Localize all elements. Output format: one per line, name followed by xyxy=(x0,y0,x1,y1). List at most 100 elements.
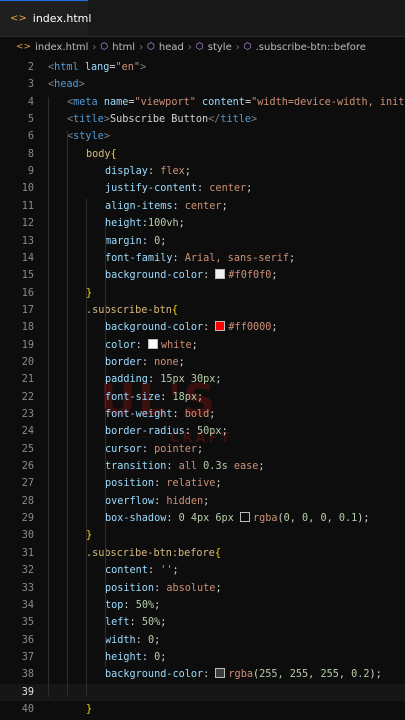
code-token: : xyxy=(160,391,173,403)
code-line[interactable]: 8 body{ xyxy=(0,146,405,163)
code-line[interactable]: 17 .subscribe-btn{ xyxy=(0,302,405,319)
code-line[interactable]: 6 <style> xyxy=(0,128,405,145)
color-swatch-icon[interactable] xyxy=(147,338,158,349)
code-token: : xyxy=(141,651,155,663)
color-swatch-icon[interactable] xyxy=(215,321,226,332)
code-token: ; xyxy=(258,461,265,473)
line-number: 34 xyxy=(21,599,34,611)
color-swatch-icon[interactable] xyxy=(215,269,226,280)
code-token: : xyxy=(147,374,161,386)
code-line[interactable]: 22 font-size: 18px; xyxy=(0,389,405,406)
code-token: pointer xyxy=(154,443,198,455)
code-line[interactable]: 15 background-color: #f0f0f0; xyxy=(0,267,405,284)
breadcrumb-item-head[interactable]: head xyxy=(159,42,184,53)
code-editor[interactable]: UL'S CRAFT 2 <html lang="en"> 3 <head> 4 <met… xyxy=(0,57,405,720)
code-text: .subscribe-btn:before{ xyxy=(86,545,221,562)
code-token: ; xyxy=(178,218,185,230)
code-line[interactable]: 30} xyxy=(0,527,405,544)
code-token: font-weight xyxy=(105,409,173,420)
code-token: </ xyxy=(208,114,221,126)
code-line[interactable]: 27 position: relative; xyxy=(0,475,405,492)
code-token: > xyxy=(103,131,110,143)
code-line[interactable]: 2 <html lang="en"> xyxy=(0,59,405,76)
code-text: top: 50%; xyxy=(105,597,160,614)
code-line[interactable]: 26 transition: all 0.3s ease; xyxy=(0,458,405,475)
code-line[interactable]: 28 overflow: hidden; xyxy=(0,493,405,510)
element-icon: ⬡ xyxy=(147,42,155,52)
code-token: relative xyxy=(166,478,216,490)
code-token: none xyxy=(154,356,179,368)
color-swatch-icon[interactable] xyxy=(215,668,226,679)
code-token: display xyxy=(105,166,148,178)
code-line[interactable]: 3 <head> xyxy=(0,76,405,93)
code-token: content xyxy=(105,565,148,577)
code-token: > xyxy=(251,114,258,126)
code-token: Subscribe Button xyxy=(109,114,209,126)
code-line[interactable]: 34 top: 50%; xyxy=(0,597,405,614)
code-token: ; xyxy=(154,634,161,646)
code-line[interactable]: 14 font-family: Arial, sans-serif; xyxy=(0,250,405,267)
code-token: title xyxy=(220,114,252,126)
code-text: background-color: #ff0000; xyxy=(105,319,278,336)
code-line[interactable]: 11 align-items: center; xyxy=(0,198,405,215)
code-token: : xyxy=(135,339,148,351)
code-token: lang xyxy=(84,62,110,73)
code-token: : xyxy=(147,166,161,178)
code-line[interactable]: 31 .subscribe-btn:before{ xyxy=(0,545,405,562)
breadcrumb-item-html[interactable]: html xyxy=(112,42,135,53)
code-line[interactable]: 10 justify-content: center; xyxy=(0,180,405,197)
code-line[interactable]: 9 display: flex; xyxy=(0,163,405,180)
code-line[interactable]: 16} xyxy=(0,285,405,302)
line-number: 28 xyxy=(21,495,34,507)
line-number: 14 xyxy=(21,252,34,264)
code-line[interactable]: 32 content: ''; xyxy=(0,562,405,579)
breadcrumb-item-selector[interactable]: .subscribe-btn::before xyxy=(256,42,366,53)
code-line[interactable]: 20 border: none; xyxy=(0,354,405,371)
line-number: 35 xyxy=(21,617,34,629)
code-token: 0.3s xyxy=(203,461,228,473)
code-line[interactable]: 23 font-weight: bold; xyxy=(0,406,405,423)
code-line[interactable]: 19 color: white; xyxy=(0,337,405,354)
code-line[interactable]: 35 left: 50%; xyxy=(0,614,405,631)
chevron-right-icon: › xyxy=(187,41,192,53)
tab-label: index.html xyxy=(32,12,92,25)
breadcrumb-item-file[interactable]: index.html xyxy=(35,42,88,53)
code-token: : xyxy=(184,426,198,438)
code-token: ; xyxy=(289,252,296,264)
breadcrumb-item-style[interactable]: style xyxy=(208,42,232,53)
code-line[interactable]: 12 height:100vh; xyxy=(0,215,405,232)
code-line[interactable]: 5 <title>Subscribe Button</title> xyxy=(0,111,405,128)
code-token: ); xyxy=(357,513,370,525)
code-token: flex xyxy=(160,166,185,178)
code-token: : xyxy=(154,582,167,594)
code-line[interactable]: 13 margin: 0; xyxy=(0,233,405,250)
code-line[interactable]: 18 background-color: #ff0000; xyxy=(0,319,405,336)
code-line[interactable]: 36 width: 0; xyxy=(0,632,405,649)
line-number: 32 xyxy=(21,565,34,577)
code-line[interactable]: 33 position: absolute; xyxy=(0,580,405,597)
code-token: > xyxy=(140,62,147,73)
element-icon: ⬡ xyxy=(100,42,109,52)
code-token: : xyxy=(123,599,136,611)
code-token: : xyxy=(141,443,155,455)
code-line[interactable]: 37 height: 0; xyxy=(0,649,405,666)
code-line[interactable]: 40} xyxy=(0,701,405,718)
code-line[interactable]: 39 xyxy=(0,683,405,701)
color-swatch-icon[interactable] xyxy=(239,512,250,523)
code-text: height:100vh; xyxy=(105,215,185,232)
line-number: 16 xyxy=(21,287,34,299)
code-line[interactable]: 38 background-color: rgba(255, 255, 255, … xyxy=(0,666,405,683)
tab-index-html[interactable]: <> index.html xyxy=(0,0,91,36)
code-line[interactable]: 24 border-radius: 50px; xyxy=(0,423,405,440)
code-line[interactable]: 29 box-shadow: 0 4px 6px rgba(0, 0, 0, 0.… xyxy=(0,510,405,527)
line-number: 37 xyxy=(21,651,34,663)
indent-guide xyxy=(86,199,87,697)
code-token: bold xyxy=(184,409,210,420)
line-number: 19 xyxy=(21,339,34,351)
line-number: 17 xyxy=(21,304,34,316)
code-line[interactable]: 25 cursor: pointer; xyxy=(0,441,405,458)
code-token: #ff0000 xyxy=(228,322,272,334)
code-line[interactable]: 4 <meta name="viewport" content="width=de… xyxy=(0,94,405,111)
code-line[interactable]: 21 padding: 15px 30px; xyxy=(0,371,405,388)
indent-guide xyxy=(105,217,106,667)
